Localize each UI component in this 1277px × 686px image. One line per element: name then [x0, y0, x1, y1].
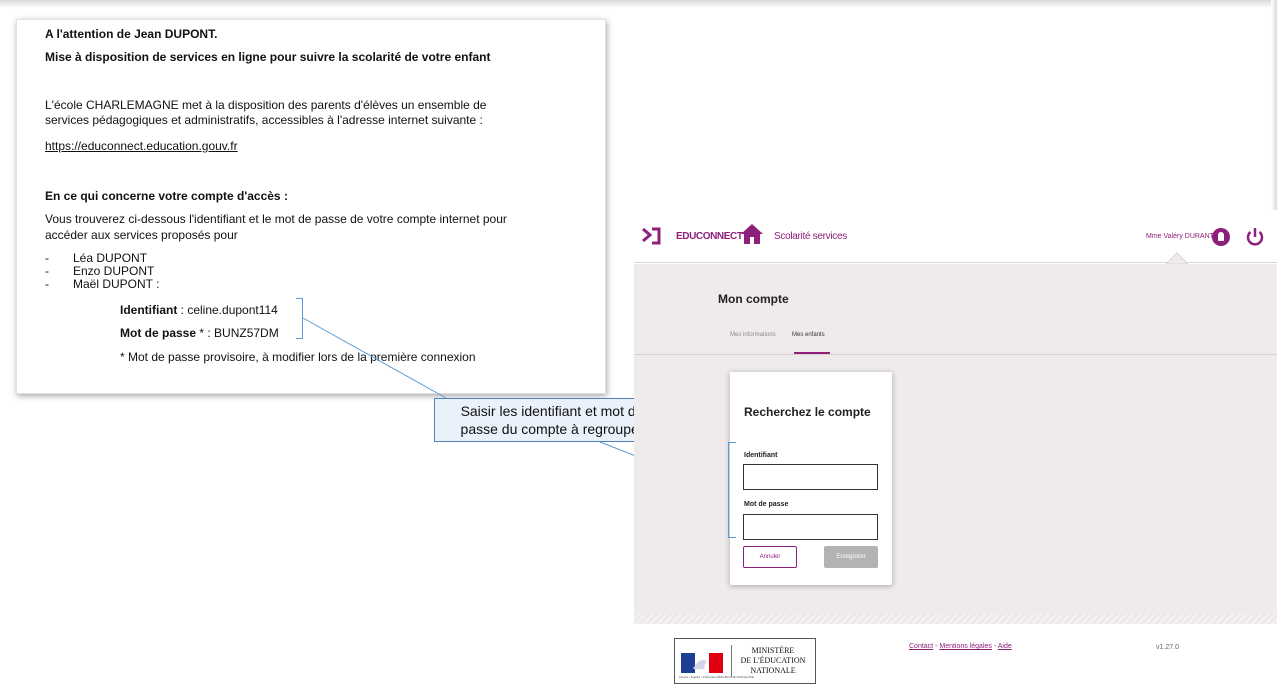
dialog-title: Recherchez le compte	[744, 405, 871, 419]
user-name[interactable]: Mme Valéry DURANT	[1146, 233, 1214, 240]
home-icon[interactable]	[740, 223, 764, 245]
letter-paragraph-line: services pédagogiques et administratifs,…	[45, 113, 483, 127]
cancel-button[interactable]: Annuler	[743, 546, 797, 568]
letter-paragraph-line: accéder aux services proposés pour	[45, 228, 238, 242]
letter-paragraph-line: L'école CHARLEMAGNE met à la disposition…	[45, 98, 487, 112]
password-field-label: Mot de passe	[744, 501, 789, 508]
tabs-divider	[634, 354, 1277, 355]
scolarite-services-link[interactable]: Scolarité services	[774, 231, 847, 242]
mentions-legales-link[interactable]: Mentions légales	[939, 643, 992, 650]
educonnect-logo-icon	[642, 227, 661, 245]
contact-link[interactable]: Contact	[909, 643, 933, 650]
password-note: * Mot de passe provisoire, à modifier lo…	[120, 350, 476, 364]
password-line: Mot de passe * : BUNZ57DM	[120, 326, 279, 340]
aide-link[interactable]: Aide	[998, 643, 1012, 650]
letter-subject: Mise à disposition de services en ligne …	[45, 50, 491, 64]
content-bottom-pattern	[634, 614, 1277, 624]
power-icon[interactable]	[1244, 226, 1266, 248]
password-value: * : BUNZ57DM	[196, 326, 279, 340]
identifier-field[interactable]	[743, 464, 878, 490]
identifier-value: : celine.dupont114	[177, 303, 278, 317]
page-title: Mon compte	[718, 292, 789, 306]
identifier-field-label: Identifiant	[744, 452, 778, 459]
password-label: Mot de passe	[120, 326, 197, 340]
app-footer: Liberté • Égalité • Fraternité RÉPUBLIQU…	[634, 624, 1277, 686]
tab-mes-informations[interactable]: Mes informations	[730, 332, 776, 338]
ministry-name-line: NATIONALE	[750, 666, 796, 675]
ministry-name: MINISTÈRE DE L'ÉDUCATION NATIONALE	[733, 646, 813, 676]
app-version: v1.27.0	[1156, 644, 1179, 651]
ministry-name-line: MINISTÈRE	[751, 646, 795, 655]
window-top-edge	[0, 0, 1277, 8]
footer-links: Contact - Mentions légales - Aide	[909, 643, 1012, 650]
marianne-flag-icon	[681, 653, 723, 673]
educonnect-app: EDUCONNECT Scolarité services Mme Valéry…	[634, 210, 1277, 686]
credentials-letter: A l'attention de Jean DUPONT. Mise à dis…	[16, 19, 606, 394]
tab-mes-enfants[interactable]: Mes enfants	[792, 332, 825, 338]
letter-paragraph-line: Vous trouverez ci-dessous l'identifiant …	[45, 212, 507, 226]
educonnect-brand[interactable]: EDUCONNECT	[676, 231, 743, 242]
ministry-name-line: DE L'ÉDUCATION	[740, 656, 806, 665]
save-button[interactable]: Enregistrer	[824, 546, 878, 568]
app-header: EDUCONNECT Scolarité services Mme Valéry…	[634, 210, 1277, 264]
credentials-bracket	[296, 298, 303, 339]
children-list: Léa DUPONT Enzo DUPONT Maël DUPONT :	[45, 252, 159, 292]
educonnect-link[interactable]: https://educonnect.education.gouv.fr	[45, 139, 238, 153]
identifier-line: Identifiant : celine.dupont114	[120, 303, 278, 317]
logo-separator	[731, 645, 732, 677]
fields-bracket	[728, 442, 736, 538]
search-account-dialog: Recherchez le compte Identifiant Mot de …	[730, 372, 892, 585]
password-field[interactable]	[743, 514, 878, 540]
menu-pointer	[1166, 252, 1188, 264]
avatar[interactable]	[1212, 228, 1230, 246]
list-item: Maël DUPONT :	[45, 278, 159, 292]
identifier-label: Identifiant	[120, 303, 178, 317]
ministry-logo: Liberté • Égalité • Fraternité RÉPUBLIQU…	[674, 638, 816, 684]
app-content: Mon compte Mes informations Mes enfants …	[634, 264, 1277, 614]
letter-section-heading: En ce qui concerne votre compte d'accès …	[45, 189, 288, 203]
letter-recipient: A l'attention de Jean DUPONT.	[45, 27, 218, 41]
